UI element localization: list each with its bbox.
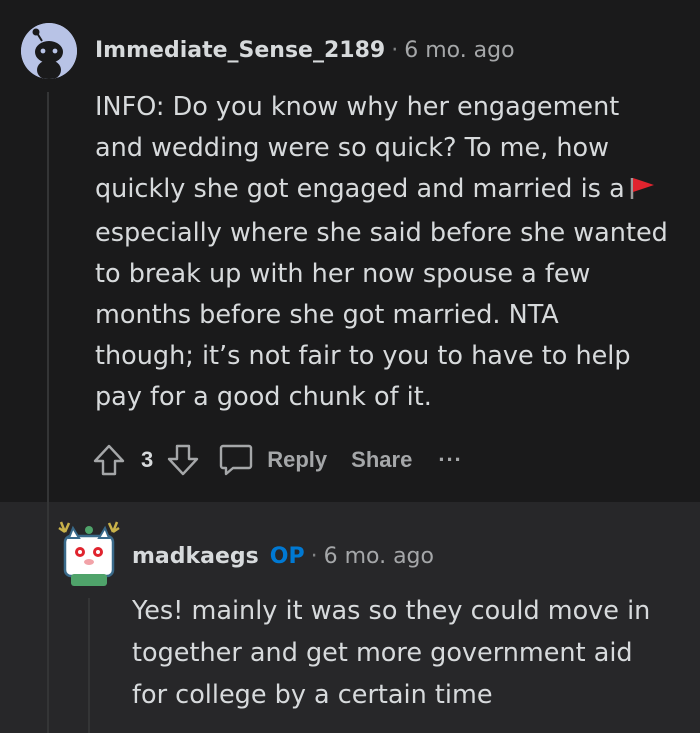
- reply-body: Yes! mainly it was so they could move in…: [132, 590, 682, 716]
- reply-line: for college by a certain time: [132, 680, 493, 710]
- comment-header: Immediate_Sense_2189 · 6 mo. ago: [95, 36, 515, 66]
- reply-thread-line[interactable]: [88, 598, 90, 733]
- reply-line: together and get more government aid: [132, 638, 633, 668]
- vote-count: 3: [141, 447, 154, 472]
- comment-line: though; it’s not fair to you to have to …: [95, 341, 631, 371]
- reddit-snoo-avatar-icon: [21, 23, 77, 79]
- upvote-icon[interactable]: [89, 440, 129, 480]
- comment-line: quickly she got engaged and married is a: [95, 169, 685, 213]
- comment-line-text: quickly she got engaged and married is a: [95, 174, 625, 204]
- timestamp[interactable]: 6 mo. ago: [324, 544, 434, 569]
- more-options-icon[interactable]: ...: [438, 441, 462, 467]
- red-flag-icon: [629, 172, 655, 213]
- comment-line: and wedding were so quick? To me, how: [95, 133, 609, 163]
- comment-line: months before she got married. NTA: [95, 300, 559, 330]
- separator: ·: [310, 544, 318, 569]
- thread-line[interactable]: [47, 502, 49, 733]
- comment-line: INFO: Do you know why her engagement: [95, 92, 620, 122]
- comment-line: pay for a good chunk of it.: [95, 382, 432, 412]
- comment-line: especially where she said before she wan…: [95, 218, 668, 248]
- username[interactable]: Immediate_Sense_2189: [95, 38, 385, 63]
- reply-header: madkaegs OP · 6 mo. ago: [132, 542, 434, 572]
- snoo-cat-avatar-icon: [58, 521, 120, 586]
- reply-line: Yes! mainly it was so they could move in: [132, 596, 651, 626]
- comment-bubble-icon: [217, 441, 255, 479]
- comment-actions: 3 Reply Share ...: [89, 438, 463, 482]
- avatar[interactable]: [21, 23, 77, 79]
- separator: ·: [391, 38, 399, 63]
- downvote-icon[interactable]: [163, 440, 203, 480]
- op-badge: OP: [269, 544, 305, 569]
- avatar[interactable]: [55, 518, 123, 590]
- reply-button[interactable]: Reply: [217, 441, 327, 479]
- timestamp[interactable]: 6 mo. ago: [404, 38, 514, 63]
- comment-body: INFO: Do you know why her engagement and…: [95, 87, 685, 418]
- username[interactable]: madkaegs: [132, 544, 259, 569]
- reply-label: Reply: [267, 447, 328, 472]
- share-button[interactable]: Share: [351, 447, 412, 473]
- comment-line: to break up with her now spouse a few: [95, 259, 591, 289]
